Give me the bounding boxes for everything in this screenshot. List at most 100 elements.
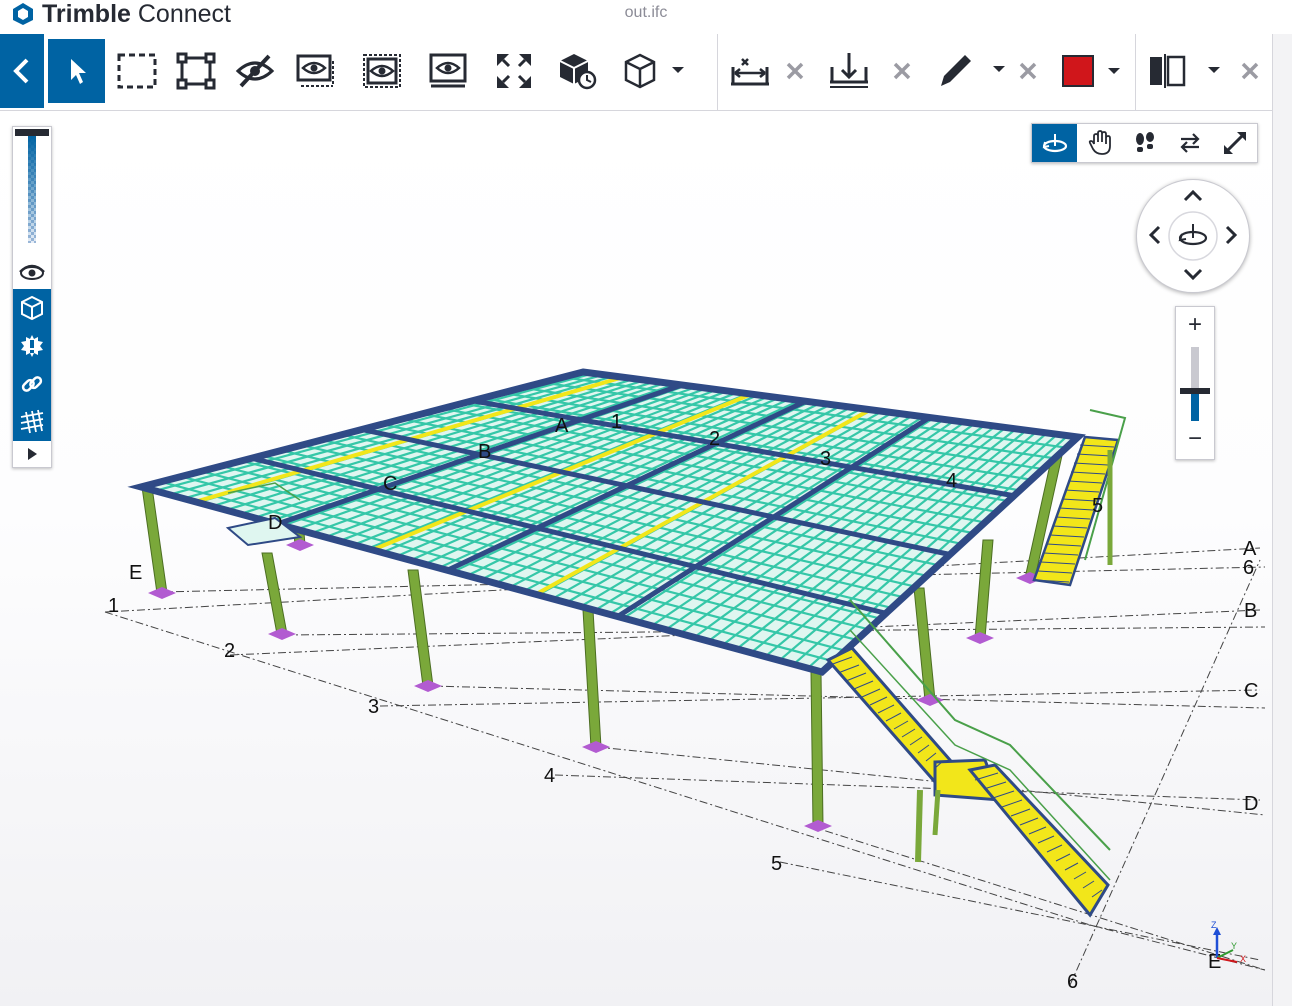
expand-icon	[28, 448, 37, 460]
grid-label: B	[478, 441, 491, 463]
fullscreen-icon	[1223, 132, 1246, 154]
steel-column	[913, 587, 936, 701]
section-plane-icon	[830, 53, 868, 88]
object-clip-button[interactable]	[548, 39, 606, 103]
models-button[interactable]	[13, 289, 51, 327]
link-icon	[21, 376, 43, 392]
base-plate	[804, 820, 832, 832]
fit-all-button[interactable]	[485, 39, 543, 103]
grid-label: 4	[946, 470, 957, 492]
section-plane-button[interactable]	[820, 39, 878, 103]
zoom-slider[interactable]	[1180, 347, 1210, 421]
zoom-slider-fill	[1191, 391, 1199, 421]
measure-icon	[731, 58, 769, 86]
side-panel-edge[interactable]	[1272, 34, 1292, 1006]
stair-post	[915, 789, 923, 863]
chevron-up-icon[interactable]	[1183, 189, 1203, 202]
links-button[interactable]	[13, 365, 51, 403]
grid-label: 5	[771, 853, 782, 875]
zoom-slider-handle[interactable]	[1180, 388, 1210, 395]
zoom-out-button[interactable]: −	[1176, 425, 1214, 453]
toolbar-separator	[717, 34, 718, 110]
walk-mode-button[interactable]	[1122, 124, 1167, 162]
grid-label: 1	[108, 595, 119, 617]
orbit-icon	[1042, 134, 1067, 153]
base-plate	[414, 680, 442, 692]
back-button[interactable]	[0, 34, 44, 108]
swap-button[interactable]	[1167, 124, 1212, 162]
show-only-icon	[296, 54, 334, 87]
cube-view-icon	[624, 53, 684, 89]
base-plate	[286, 539, 314, 551]
fullscreen-button[interactable]	[1212, 124, 1257, 162]
grid-label: D	[1244, 793, 1258, 815]
grid-line	[554, 774, 1261, 801]
isolate-button[interactable]	[353, 39, 411, 103]
axis-triad: Z Y X	[1205, 920, 1255, 975]
stair-flight	[967, 763, 1110, 918]
view-cube-button[interactable]	[614, 39, 694, 103]
grid-button[interactable]	[13, 403, 51, 441]
markup-pencil-button[interactable]	[932, 39, 1010, 103]
stair-post	[932, 789, 941, 836]
fit-selection-icon	[176, 52, 216, 90]
rectangle-select-icon	[117, 53, 157, 89]
transparency-slider[interactable]	[13, 127, 51, 247]
zoom-control: + −	[1175, 306, 1215, 460]
pan-icon	[1088, 130, 1111, 155]
title-bar: Trimble Connect out.ifc	[0, 0, 1292, 34]
color-picker-button[interactable]	[1056, 39, 1126, 103]
navigation-dpad	[1136, 179, 1250, 293]
split-view-button[interactable]	[1142, 39, 1226, 103]
model-viewport[interactable]: ABCD12345E123456ABCDE6	[0, 111, 1272, 1006]
close-icon	[1019, 62, 1037, 80]
axis-z-label: Z	[1211, 920, 1217, 930]
show-all-button[interactable]	[419, 39, 477, 103]
eye-icon	[19, 264, 45, 280]
grid-label: 2	[224, 640, 235, 662]
grid-label: 3	[820, 448, 831, 470]
file-name: out.ifc	[624, 4, 668, 21]
pointer-icon	[70, 59, 86, 84]
visibility-panel	[12, 126, 52, 468]
clear-split-button[interactable]	[1228, 39, 1272, 103]
steel-column	[582, 609, 602, 748]
show-only-button[interactable]	[286, 39, 344, 103]
slider-handle-icon	[15, 129, 49, 243]
select-tool-button[interactable]	[48, 39, 105, 103]
show-all-icon	[429, 53, 467, 88]
grid-label: 5	[1092, 495, 1103, 517]
fit-selection-button[interactable]	[167, 39, 225, 103]
pan-mode-button[interactable]	[1077, 124, 1122, 162]
zoom-in-button[interactable]: +	[1176, 311, 1214, 339]
base-plate	[268, 628, 296, 640]
show-objects-button[interactable]	[13, 251, 51, 289]
grid-label: A	[555, 415, 569, 437]
chevron-down-icon[interactable]	[1183, 268, 1203, 281]
grid-label: C	[383, 473, 397, 495]
expand-panel-button[interactable]	[13, 441, 51, 467]
rectangle-select-button[interactable]	[108, 39, 166, 103]
fit-all-icon	[497, 54, 531, 88]
base-plate	[148, 587, 176, 599]
split-view-icon	[1150, 54, 1220, 88]
structural-model[interactable]: ABCD12345E123456ABCDE6	[0, 111, 1272, 1006]
hide-button[interactable]	[226, 39, 284, 103]
chevron-left-icon[interactable]	[1148, 225, 1161, 245]
object-clip-icon	[559, 54, 597, 90]
close-icon	[786, 62, 804, 80]
walk-icon	[1135, 132, 1154, 152]
steel-column	[141, 486, 168, 594]
grid-label: C	[1244, 680, 1258, 702]
color-swatch-icon	[1062, 55, 1120, 87]
clear-markups-button[interactable]	[1000, 39, 1056, 103]
clear-measurements-button[interactable]	[766, 39, 824, 103]
back-icon	[13, 58, 29, 84]
clear-sections-button[interactable]	[873, 39, 931, 103]
chevron-right-icon[interactable]	[1225, 225, 1238, 245]
main-toolbar	[0, 34, 1272, 111]
orbit-mode-button[interactable]	[1032, 124, 1077, 162]
settings-button[interactable]	[13, 327, 51, 365]
gear-icon	[21, 335, 43, 357]
grid-label: B	[1244, 600, 1257, 622]
